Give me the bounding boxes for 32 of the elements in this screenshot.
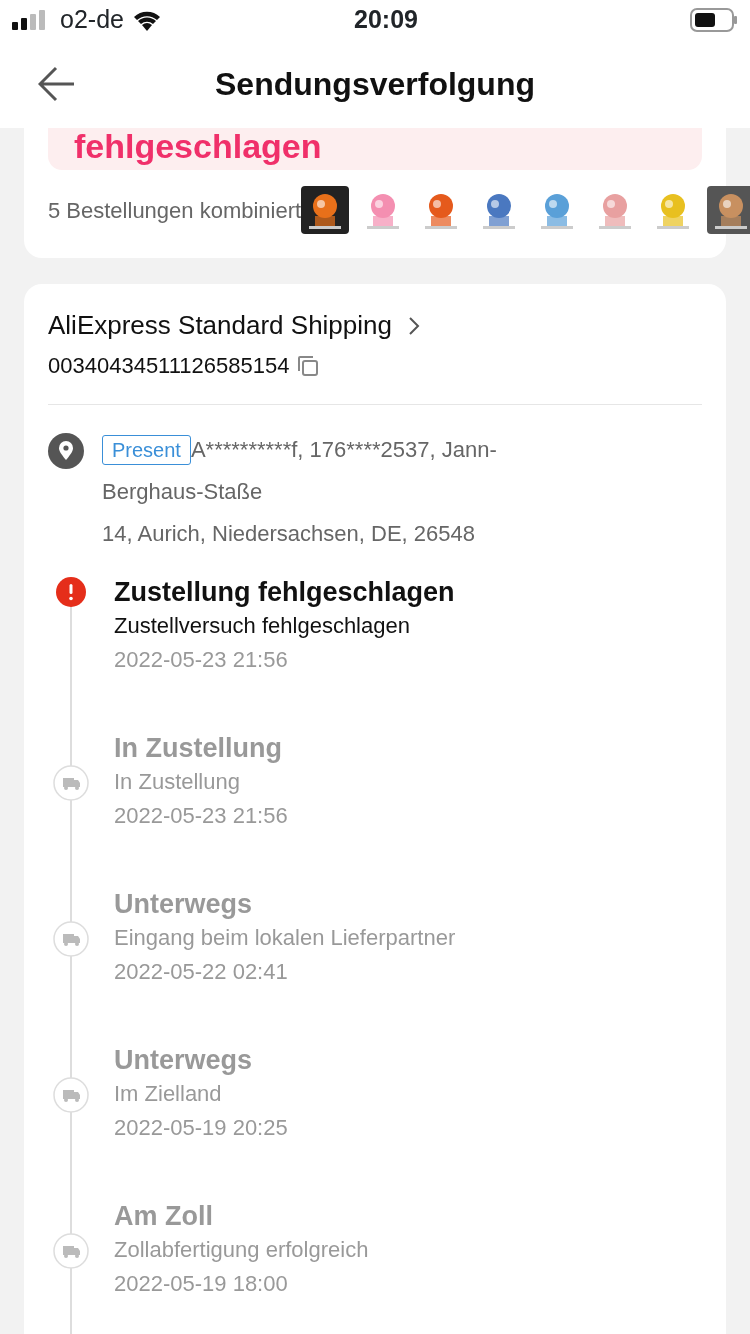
event-detail: Zollabfertigung erfolgreich (114, 1236, 369, 1264)
event-title: Unterwegs (114, 1044, 254, 1077)
location-pin-icon (48, 433, 84, 469)
event-detail: Eingang beim lokalen Lieferpartner (114, 924, 456, 952)
event-title: Am Zoll (114, 1200, 214, 1233)
address-text: A**********f, 176****2537, Jann- (190, 436, 497, 464)
address-tag: Present (102, 435, 191, 465)
carrier-name: o2-de (60, 4, 124, 36)
banner-text: fehlgeschlagen (74, 128, 322, 166)
event-time: 2022-05-19 18:00 (114, 1270, 289, 1298)
event-title: In Zustellung (114, 732, 283, 765)
event-time: 2022-05-23 21:56 (114, 646, 289, 674)
event-detail: Im Zielland (114, 1080, 223, 1108)
event-title: Unterwegs (114, 888, 254, 921)
chevron-right-icon (408, 315, 420, 336)
alert-icon (56, 577, 86, 607)
event-time: 2022-05-22 02:41 (114, 958, 289, 986)
address-text: Berghaus-Staße (102, 478, 263, 506)
back-button[interactable] (38, 66, 76, 102)
copy-icon[interactable] (297, 354, 320, 377)
battery-icon (690, 8, 738, 32)
event-title: Zustellung fehlgeschlagen (114, 576, 455, 609)
event-detail: In Zustellung (114, 768, 241, 796)
event-time: 2022-05-19 20:25 (114, 1114, 288, 1142)
address-text: 14, Aurich, Niedersachsen, DE, 26548 (102, 520, 475, 548)
carrier-link[interactable]: AliExpress Standard Shipping (48, 306, 702, 345)
event-detail: Zustellversuch fehlgeschlagen (114, 612, 411, 640)
event-time: 2022-05-23 21:56 (114, 802, 288, 830)
tracking-number: 00340434511126585154 (48, 352, 290, 380)
clock: 20:09 (354, 4, 418, 36)
orders-label: 5 Bestellungen kombiniert (48, 196, 302, 225)
page-title: Sendungsverfolgung (215, 65, 535, 104)
